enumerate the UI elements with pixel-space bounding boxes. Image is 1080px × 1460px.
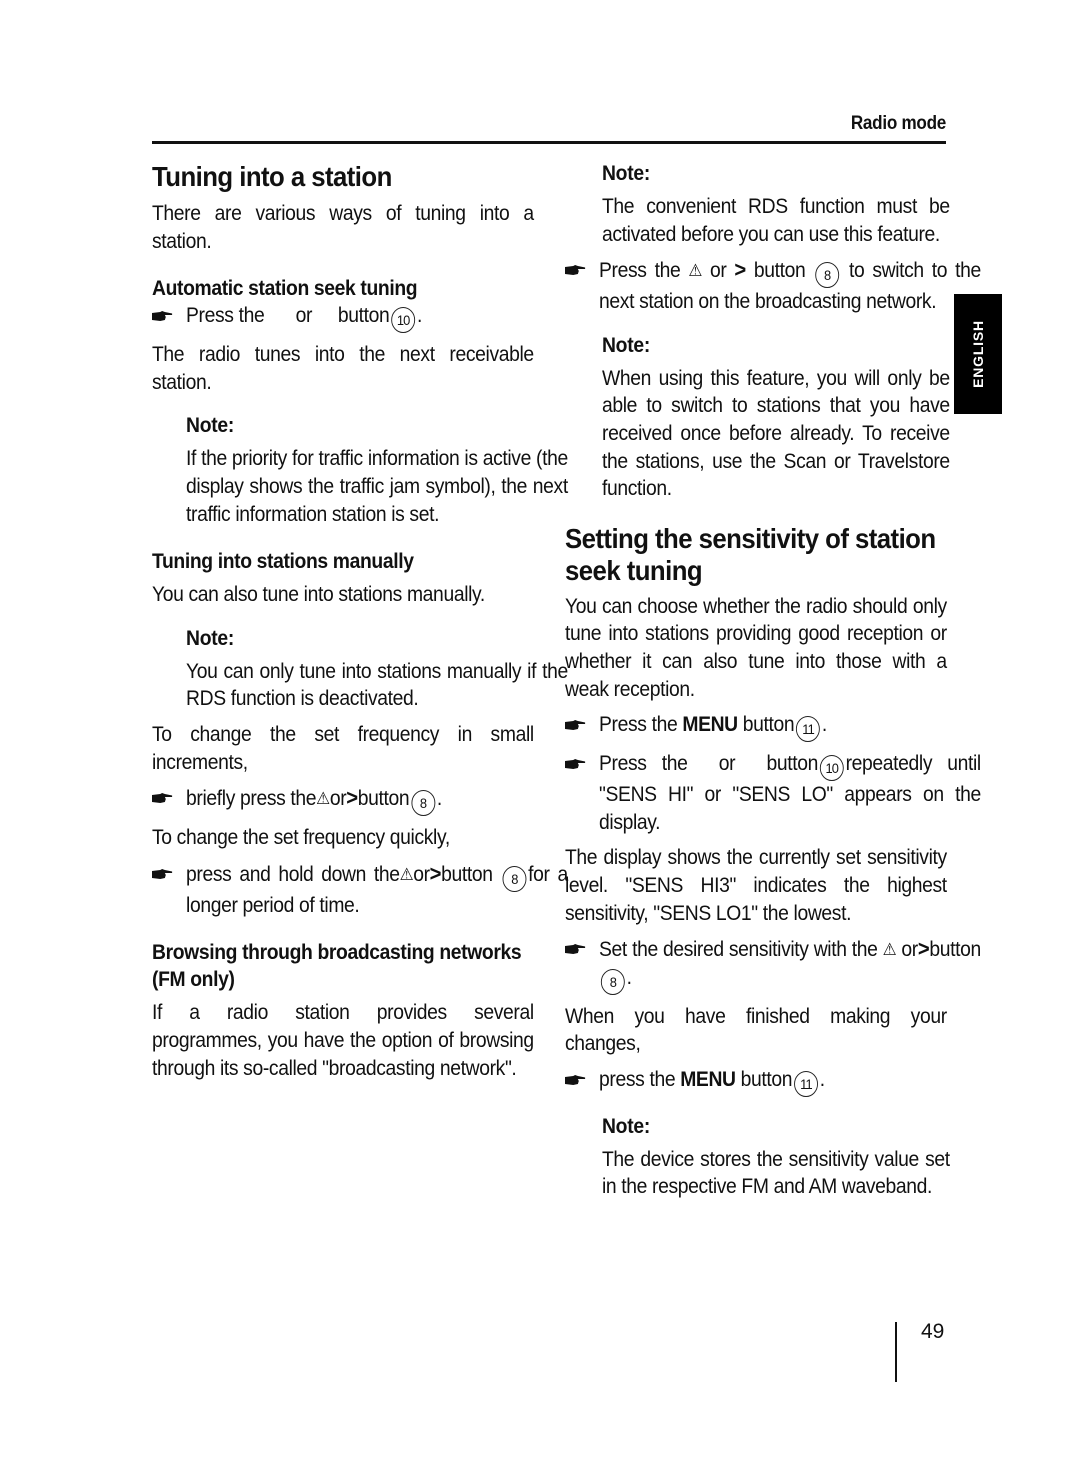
- right-column: Note: The convenient RDS function must b…: [565, 160, 981, 1201]
- note-text: You can only tune into stations manually…: [186, 659, 568, 711]
- button-number-11: 11: [793, 1070, 818, 1097]
- menu-step: Press the MENU button 11.: [565, 711, 981, 743]
- note-label: Note:: [602, 162, 650, 185]
- button-number-8: 8: [600, 968, 625, 995]
- button-number-11: 11: [796, 716, 821, 743]
- chevron-right-icon: >: [429, 860, 442, 886]
- pointing-hand-icon: [565, 720, 585, 731]
- pointing-hand-icon: [565, 759, 585, 770]
- note-text: When using this feature, you will only b…: [602, 366, 950, 501]
- up-triangle-icon: ⚠︎: [399, 864, 414, 884]
- menu-keyword: MENU: [682, 713, 738, 737]
- menu-exit-step: press the MENU button 11.: [565, 1066, 981, 1097]
- small-increments-intro: To change the set frequency in small inc…: [152, 722, 534, 774]
- up-triangle-icon: ⚠︎: [316, 789, 330, 809]
- quick-step: press and hold down the⚠︎or>button 8 for …: [152, 860, 568, 920]
- pointing-hand-icon: [152, 869, 172, 880]
- sensitivity-intro: You can choose whether the radio should …: [565, 594, 947, 701]
- finish-text: When you have finished making your chang…: [565, 1004, 947, 1056]
- page-title: Tuning into a station: [152, 161, 392, 192]
- pointing-hand-icon: [152, 311, 172, 322]
- chevron-right-icon: >: [346, 785, 358, 811]
- page-number-rule: [895, 1322, 897, 1382]
- note-label: Note:: [186, 414, 235, 438]
- button-number-10: 10: [391, 307, 416, 334]
- pointing-hand-icon: [565, 944, 585, 955]
- quick-intro: To change the set frequency quickly,: [152, 826, 450, 850]
- pointing-hand-icon: [152, 793, 172, 804]
- chevron-right-icon: >: [734, 257, 746, 283]
- intro-text: There are various ways of tuning into a …: [152, 202, 534, 253]
- chevron-right-icon: >: [917, 936, 930, 962]
- note-label: Note:: [602, 333, 650, 357]
- up-triangle-icon: ⚠︎: [688, 261, 702, 281]
- pointing-hand-icon: [565, 1075, 585, 1086]
- note-label: Note:: [602, 1114, 650, 1138]
- sensitivity-title: Setting the sensitivity of station seek …: [565, 522, 936, 586]
- auto-seek-heading: Automatic station seek tuning: [152, 277, 418, 301]
- pointing-hand-icon: [565, 265, 585, 276]
- manual-tuning-heading: Tuning into stations manually: [152, 550, 414, 574]
- note-text: The convenient RDS function must be acti…: [602, 195, 950, 246]
- menu-keyword: MENU: [680, 1067, 736, 1091]
- manual-intro: You can also tune into stations manually…: [152, 583, 485, 607]
- sens-select-step: Press the or button 10 repeatedly until "SEN…: [565, 750, 981, 836]
- note-text: If the priority for traffic information …: [186, 447, 568, 526]
- section-header: Radio mode: [850, 113, 946, 134]
- header-rule: [152, 141, 946, 144]
- small-increments-step: briefly press the⚠︎or>button 8.: [152, 784, 568, 817]
- set-sensitivity-step: Set the desired sensitivity with the ⚠︎ …: [565, 935, 981, 995]
- up-triangle-icon: ⚠︎: [882, 940, 897, 960]
- auto-seek-step: Press the or button 10.: [152, 302, 568, 334]
- page-number: 49: [921, 1320, 945, 1343]
- browse-networks-heading: Browsing through broadcasting networks (…: [152, 941, 522, 992]
- language-tab: ENGLISH: [954, 294, 1002, 414]
- display-description: The display shows the currently set sens…: [565, 846, 947, 925]
- note-text: The device stores the sensitivity value …: [602, 1147, 950, 1199]
- button-number-8: 8: [815, 262, 840, 289]
- button-number-8: 8: [411, 790, 436, 817]
- note-label: Note:: [186, 626, 235, 650]
- switch-network-step: Press the ⚠︎ or > button 8 to switch to …: [565, 256, 981, 316]
- browse-networks-text: If a radio station provides several prog…: [152, 1001, 534, 1080]
- left-column: Tuning into a station There are various …: [152, 160, 568, 1082]
- button-number-10: 10: [819, 755, 844, 782]
- button-number-8: 8: [502, 865, 527, 892]
- auto-seek-result: The radio tunes into the next receivable…: [152, 343, 534, 394]
